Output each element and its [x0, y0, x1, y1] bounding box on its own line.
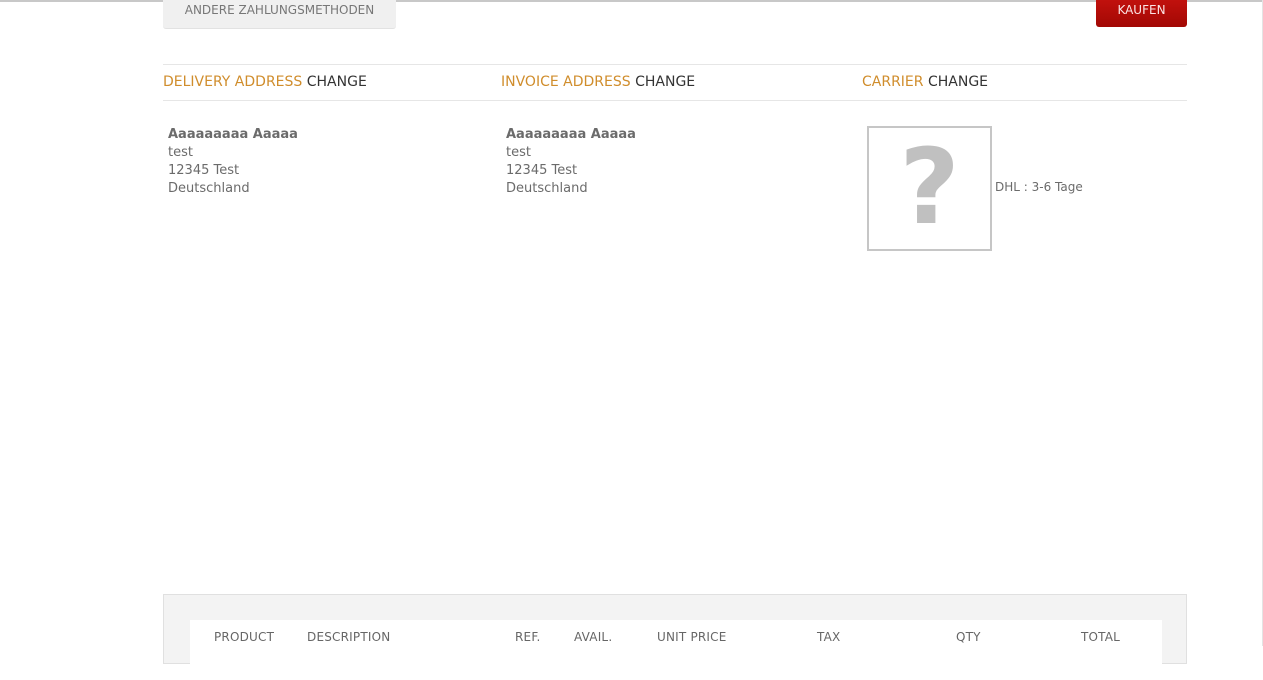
- delivery-address-name: Aaaaaaaaa Aaaaa: [168, 127, 298, 142]
- cart-table: PRODUCT DESCRIPTION REF. AVAIL. UNIT PRI…: [190, 620, 1162, 680]
- invoice-address-line1: test: [506, 145, 531, 160]
- question-mark-icon: ?: [899, 126, 960, 248]
- section-top-rule: [163, 64, 1187, 65]
- invoice-address-block: Aaaaaaaaa Aaaaa test 12345 Test Deutschl…: [506, 126, 636, 198]
- delivery-address-change-link[interactable]: CHANGE: [307, 74, 367, 90]
- invoice-address-change-link[interactable]: CHANGE: [635, 74, 695, 90]
- delivery-address-line2: 12345 Test: [168, 163, 240, 178]
- carrier-label: DHL : 3-6 Tage: [995, 180, 1083, 194]
- carrier-title: CARRIER: [862, 74, 924, 90]
- invoice-address-title: INVOICE ADDRESS: [501, 74, 631, 90]
- invoice-address-line2: 12345 Test: [506, 163, 578, 178]
- delivery-address-block: Aaaaaaaaa Aaaaa test 12345 Test Deutschl…: [168, 126, 298, 198]
- th-unit-price: UNIT PRICE: [657, 630, 727, 644]
- delivery-address-line1: test: [168, 145, 193, 160]
- delivery-address-country: Deutschland: [168, 181, 250, 196]
- th-qty: QTY: [956, 630, 981, 644]
- carrier-change-link[interactable]: CHANGE: [928, 74, 988, 90]
- delivery-address-title: DELIVERY ADDRESS: [163, 74, 303, 90]
- th-avail: AVAIL.: [574, 630, 613, 644]
- invoice-address-name: Aaaaaaaaa Aaaaa: [506, 127, 636, 142]
- carrier-logo-placeholder: ?: [867, 126, 992, 251]
- th-description: DESCRIPTION: [307, 630, 391, 644]
- invoice-address-country: Deutschland: [506, 181, 588, 196]
- section-bottom-rule: [163, 100, 1187, 101]
- th-product: PRODUCT: [214, 630, 275, 644]
- th-tax: TAX: [817, 630, 841, 644]
- th-ref: REF.: [515, 630, 541, 644]
- invoice-address-heading: INVOICE ADDRESS CHANGE: [501, 73, 695, 91]
- carrier-heading: CARRIER CHANGE: [862, 73, 988, 91]
- buy-button[interactable]: KAUFEN: [1096, 0, 1187, 27]
- delivery-address-heading: DELIVERY ADDRESS CHANGE: [163, 73, 367, 91]
- th-total: TOTAL: [1081, 630, 1121, 644]
- cart-summary-box: PRODUCT DESCRIPTION REF. AVAIL. UNIT PRI…: [163, 594, 1187, 680]
- other-payment-methods-button[interactable]: ANDERE ZAHLUNGSMETHODEN: [163, 0, 396, 29]
